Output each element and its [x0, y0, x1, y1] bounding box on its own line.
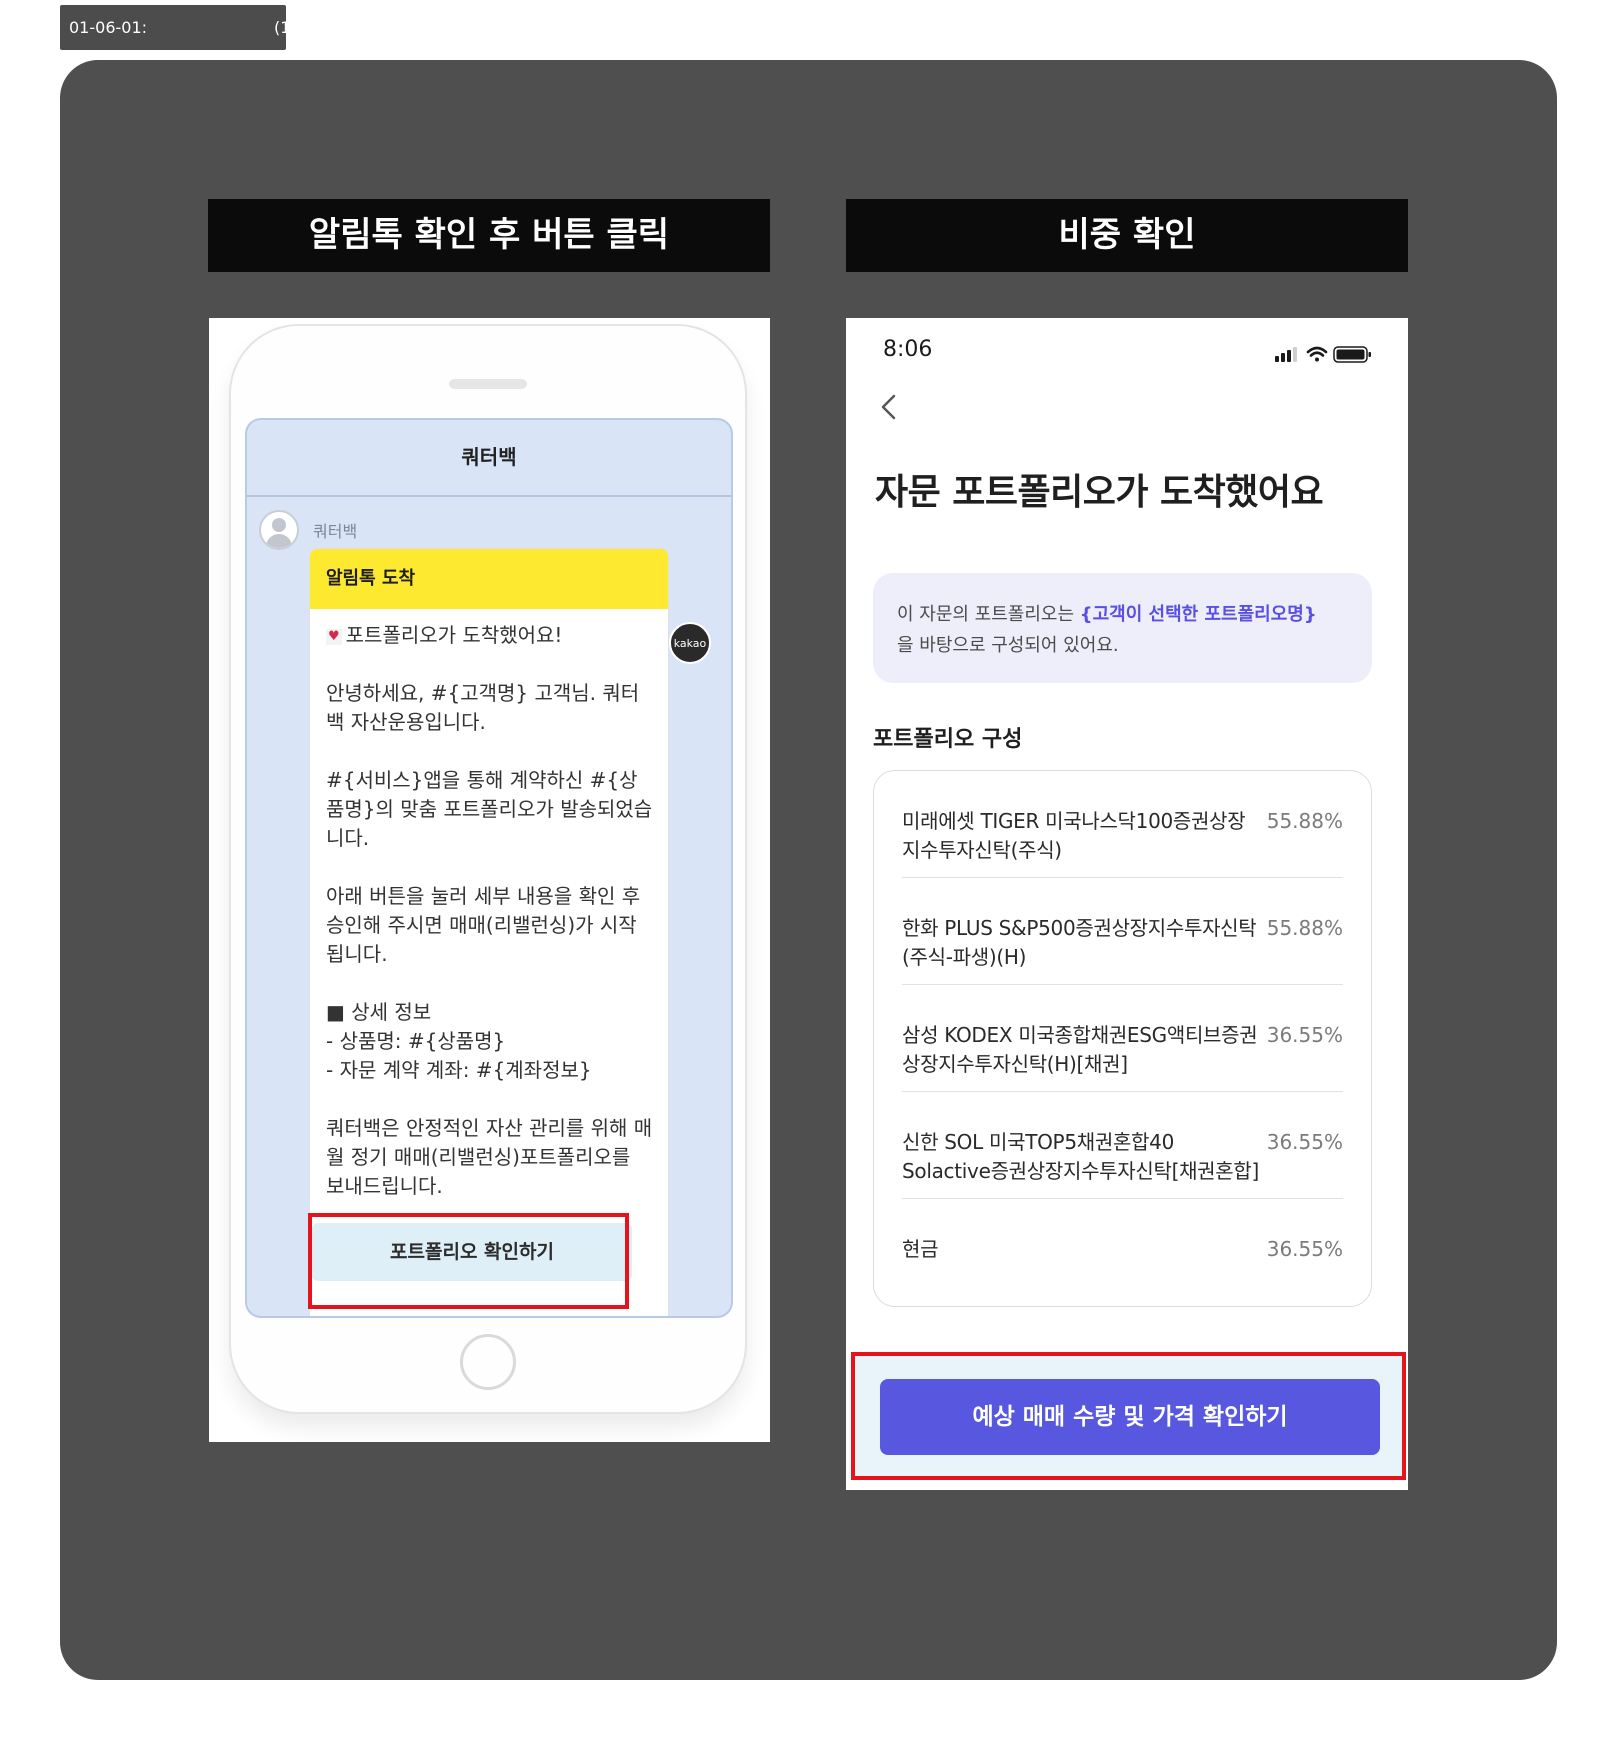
notice-suffix: 을 바탕으로 구성되어 있어요.: [897, 635, 1119, 656]
holding-row: 신한 SOL 미국TOP5채권혼합40 Solactive증권상장지수투자신탁[…: [902, 1092, 1343, 1199]
holding-row: 미래에셋 TIGER 미국나스닥100증권상장지수투자신탁(주식) 55.88%: [902, 771, 1343, 878]
kakao-chat-window: 쿼터백 쿼터백 알림톡 도착 ♥ 포트폴리오가 도착했어요! 안녕하세요, #{고…: [245, 418, 733, 1318]
bubble-title: 알림톡 도착: [310, 549, 668, 609]
heart-icon: ♥: [326, 629, 342, 645]
page-title: 자문 포트폴리오가 도착했어요: [875, 472, 1324, 513]
wifi-icon: [1306, 346, 1328, 362]
holding-name: 삼성 KODEX 미국종합채권ESG액티브증권상장지수투자신탁(H)[채권]: [902, 1023, 1258, 1076]
notice-portfolio-name: {고객이 선택한 포트폴리오명}: [1079, 604, 1317, 625]
holding-row: 현금 36.55%: [902, 1199, 1343, 1306]
step-1-header: 알림톡 확인 후 버튼 클릭: [208, 199, 770, 272]
status-bar-icons: [1275, 346, 1371, 363]
battery-icon: [1333, 346, 1371, 363]
step-2-header: 비중 확인: [846, 199, 1408, 272]
kakao-logo-icon: kakao: [669, 622, 711, 664]
portfolio-screen: 8:06 자문 포트폴리오가 도착했어요 이 자문의 포트폴리오는 {고객이 선…: [846, 318, 1408, 1490]
home-button[interactable]: [460, 1334, 516, 1390]
alimtalk-panel: 쿼터백 쿼터백 알림톡 도착 ♥ 포트폴리오가 도착했어요! 안녕하세요, #{고…: [209, 318, 770, 1442]
message-line: - 상품명: #{상품명}: [326, 1029, 506, 1053]
highlight-box: [308, 1213, 629, 1309]
chat-room-title: 쿼터백: [247, 420, 731, 497]
holdings-list: 미래에셋 TIGER 미국나스닥100증권상장지수투자신탁(주식) 55.88%…: [873, 770, 1372, 1307]
message-line: 안녕하세요, #{고객명} 고객님. 쿼터백 자산운용입니다.: [326, 681, 640, 734]
section-title: 포트폴리오 구성: [873, 727, 1023, 752]
sender-name: 쿼터백: [313, 522, 358, 541]
portfolio-notice: 이 자문의 포트폴리오는 {고객이 선택한 포트폴리오명} 을 바탕으로 구성되…: [873, 573, 1372, 683]
holding-name: 한화 PLUS S&P500증권상장지수투자신탁(주식-파생)(H): [902, 916, 1257, 969]
holding-name: 미래에셋 TIGER 미국나스닥100증권상장지수투자신탁(주식): [902, 809, 1246, 862]
highlight-box: 예상 매매 수량 및 가격 확인하기: [851, 1352, 1406, 1480]
holding-row: 한화 PLUS S&P500증권상장지수투자신탁(주식-파생)(H) 55.88…: [902, 878, 1343, 985]
profile-avatar-icon[interactable]: [259, 510, 299, 550]
frame-label-code: 01-06-01:: [69, 18, 148, 37]
holding-weight: 36.55%: [1266, 1130, 1343, 1154]
back-chevron-icon[interactable]: [874, 390, 904, 424]
notice-prefix: 이 자문의 포트폴리오는: [897, 604, 1080, 625]
check-expected-trade-button[interactable]: 예상 매매 수량 및 가격 확인하기: [880, 1379, 1380, 1455]
holding-weight: 36.55%: [1266, 1023, 1343, 1047]
message-line: 아래 버튼을 눌러 세부 내용을 확인 후 승인해 주시면 매매(리밸런싱)가 …: [326, 884, 641, 966]
holding-name: 현금: [902, 1237, 939, 1261]
holding-weight: 55.88%: [1266, 916, 1343, 940]
holding-row: 삼성 KODEX 미국종합채권ESG액티브증권상장지수투자신탁(H)[채권] 3…: [902, 985, 1343, 1092]
signal-icon: [1275, 347, 1297, 362]
holding-weight: 36.55%: [1266, 1237, 1343, 1261]
holding-weight: 55.88%: [1266, 809, 1343, 833]
holding-name: 신한 SOL 미국TOP5채권혼합40 Solactive증권상장지수투자신탁[…: [902, 1130, 1259, 1183]
status-time: 8:06: [883, 337, 933, 362]
alimtalk-message-bubble: 알림톡 도착 ♥ 포트폴리오가 도착했어요! 안녕하세요, #{고객명} 고객님.…: [309, 548, 669, 1316]
frame-label: 01-06-01: (1: [60, 5, 286, 50]
message-line: 쿼터백은 안정적인 자산 관리를 위해 매월 정기 매매(리밸런싱)포트폴리오를…: [326, 1116, 653, 1198]
message-line: ■ 상세 정보: [326, 1000, 432, 1024]
message-body: ♥ 포트폴리오가 도착했어요! 안녕하세요, #{고객명} 고객님. 쿼터백 자산…: [310, 609, 668, 1201]
message-line: - 자문 계약 계좌: #{계좌정보}: [326, 1058, 592, 1082]
frame-label-suffix: (1: [274, 18, 286, 37]
phone-speaker: [449, 379, 527, 389]
message-line: #{서비스}앱을 통해 계약하신 #{상품명}의 맞춤 포트폴리오가 발송되었습…: [326, 768, 653, 850]
message-line: 포트폴리오가 도착했어요!: [345, 623, 563, 647]
